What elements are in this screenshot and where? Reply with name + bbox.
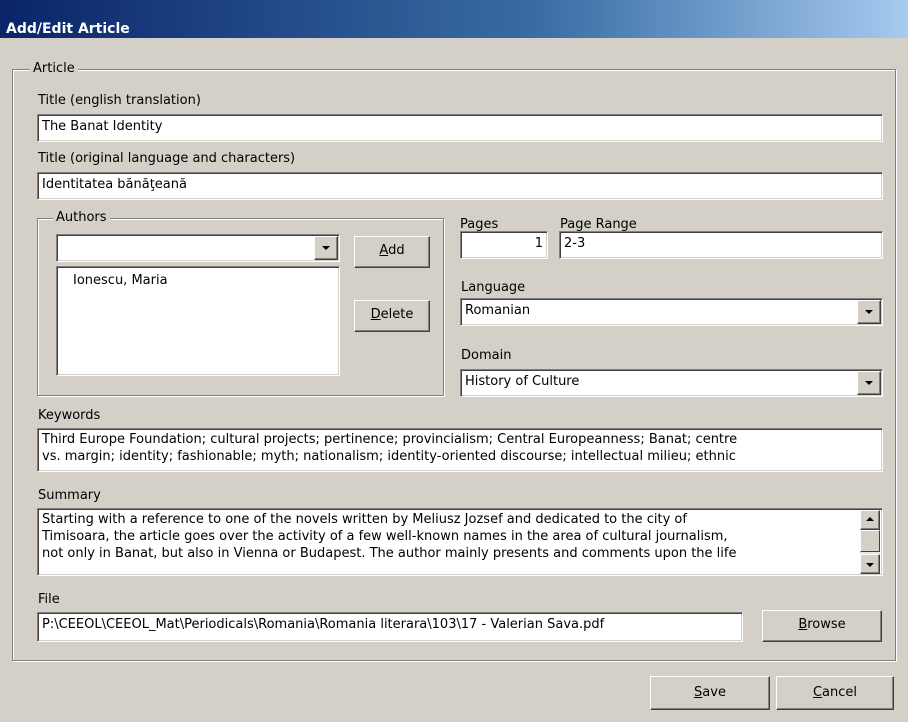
keywords-label: Keywords — [38, 408, 101, 423]
title-english-label: Title (english translation) — [38, 93, 201, 108]
delete-button-label: elete — [380, 307, 414, 322]
delete-author-button[interactable]: Delete — [354, 300, 430, 332]
summary-line-3: not only in Banat, but also in Vienna or… — [42, 546, 737, 561]
page-range-input[interactable]: 2-3 — [559, 231, 883, 259]
summary-textarea[interactable]: Starting with a reference to one of the … — [37, 508, 883, 576]
keywords-line-2: vs. margin; identity; fashionable; myth;… — [42, 449, 736, 464]
scrollbar-thumb[interactable] — [860, 530, 880, 552]
save-button-label: ave — [702, 685, 726, 700]
add-button-accel: A — [379, 243, 389, 258]
summary-line-2: Timisoara, the article goes over the act… — [42, 529, 728, 544]
language-dropdown-icon[interactable] — [857, 300, 881, 324]
title-bar[interactable]: Add/Edit Article — [0, 0, 908, 38]
summary-label: Summary — [38, 488, 101, 503]
keywords-line-1: Third Europe Foundation; cultural projec… — [42, 432, 738, 447]
domain-label: Domain — [461, 348, 512, 363]
title-original-label: Title (original language and characters) — [38, 151, 296, 166]
authors-combo-dropdown-icon[interactable] — [314, 236, 338, 260]
list-item[interactable]: Ionescu, Maria — [73, 273, 168, 289]
authors-group-legend: Authors — [53, 210, 110, 226]
window-title: Add/Edit Article — [6, 21, 130, 37]
cancel-button-accel: C — [812, 685, 823, 700]
summary-line-1: Starting with a reference to one of the … — [42, 512, 687, 527]
language-label: Language — [461, 280, 526, 295]
title-original-input[interactable]: Identitatea bănăţeană — [37, 172, 883, 200]
save-button[interactable]: Save — [650, 676, 770, 710]
scroll-down-icon[interactable] — [860, 554, 880, 574]
add-author-button[interactable]: Add — [354, 236, 430, 268]
title-english-input[interactable]: The Banat Identity — [37, 114, 883, 142]
article-group-legend: Article — [30, 61, 78, 77]
cancel-button-label: ancel — [822, 685, 858, 700]
file-label: File — [38, 592, 60, 607]
domain-dropdown-icon[interactable] — [857, 371, 881, 395]
authors-listbox[interactable]: Ionescu, Maria — [56, 266, 340, 376]
keywords-textarea[interactable]: Third Europe Foundation; cultural projec… — [37, 428, 883, 472]
delete-button-accel: D — [370, 307, 381, 322]
domain-select[interactable]: History of Culture — [460, 369, 883, 397]
file-path-input[interactable]: P:\CEEOL\CEEOL_Mat\Periodicals\Romania\R… — [37, 612, 743, 642]
cancel-button[interactable]: Cancel — [776, 676, 894, 710]
browse-button-label: rowse — [807, 617, 846, 632]
scroll-up-icon[interactable] — [860, 510, 880, 530]
authors-combo[interactable] — [56, 234, 340, 262]
language-select[interactable]: Romanian — [460, 298, 883, 326]
browse-button[interactable]: Browse — [762, 610, 882, 642]
browse-button-accel: B — [798, 617, 808, 632]
pages-input[interactable]: 1 — [460, 231, 548, 259]
add-button-label: dd — [388, 243, 405, 258]
